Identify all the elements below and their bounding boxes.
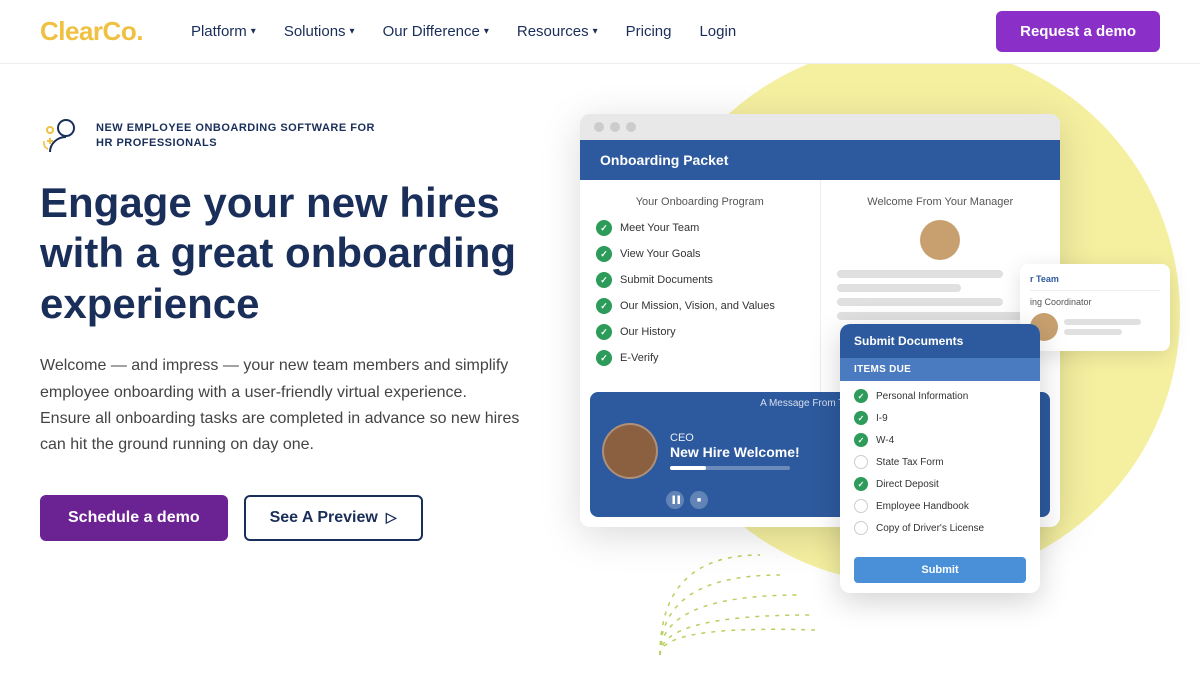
navbar: ClearCo. Platform ▾ Solutions ▾ Our Diff…	[0, 0, 1200, 64]
hero-section: NEW EMPLOYEE ONBOARDING SOFTWARE FOR HR …	[0, 64, 1200, 675]
onboarding-col-1: Your Onboarding Program Meet Your Team V…	[580, 180, 821, 392]
check-icon	[596, 220, 612, 236]
list-item: E-Verify	[596, 350, 804, 366]
text-line	[837, 312, 1024, 320]
chevron-down-icon: ▾	[350, 26, 355, 37]
text-line	[1064, 329, 1122, 335]
nav-links: Platform ▾ Solutions ▾ Our Difference ▾ …	[191, 23, 996, 40]
list-item: Personal Information	[854, 389, 1026, 403]
browser-dot-green	[626, 122, 636, 132]
check-icon	[596, 350, 612, 366]
onboarding-packet-header: Onboarding Packet	[580, 140, 1060, 180]
check-icon	[596, 324, 612, 340]
stop-icon[interactable]: ■	[690, 491, 708, 509]
hero-right: .arc-dot{fill:none;stroke:#b8d060;stroke…	[560, 104, 1160, 675]
list-item: Copy of Driver's License	[854, 521, 1026, 535]
manager-avatar	[920, 220, 960, 260]
submit-btn-wrap: Submit	[840, 551, 1040, 593]
list-item: View Your Goals	[596, 246, 804, 262]
unchecked-icon	[854, 455, 868, 469]
submit-documents-card: Submit Documents Items Due Personal Info…	[840, 324, 1040, 593]
onboarding-icon	[40, 114, 84, 158]
hero-buttons: Schedule a demo See A Preview ▷	[40, 495, 560, 541]
video-progress-bar	[670, 466, 706, 470]
col1-title: Your Onboarding Program	[596, 196, 804, 208]
check-icon	[854, 389, 868, 403]
schedule-demo-button[interactable]: Schedule a demo	[40, 495, 228, 541]
text-line	[837, 298, 1003, 306]
request-demo-button[interactable]: Request a demo	[996, 11, 1160, 52]
list-item: W-4	[854, 433, 1026, 447]
list-item: Meet Your Team	[596, 220, 804, 236]
coord-person	[1030, 313, 1160, 341]
text-line	[837, 284, 962, 292]
nav-item-login[interactable]: Login	[699, 23, 736, 40]
list-item: Employee Handbook	[854, 499, 1026, 513]
check-icon	[596, 272, 612, 288]
badge: NEW EMPLOYEE ONBOARDING SOFTWARE FOR HR …	[40, 114, 560, 158]
nav-item-platform[interactable]: Platform ▾	[191, 23, 256, 40]
submit-card-subheader: Items Due	[840, 358, 1040, 381]
list-item: Direct Deposit	[854, 477, 1026, 491]
badge-text: NEW EMPLOYEE ONBOARDING SOFTWARE FOR HR …	[96, 121, 376, 152]
logo-text2: Co.	[103, 16, 143, 46]
video-text: CEO New Hire Welcome!	[670, 432, 800, 470]
hero-title: Engage your new hires with a great onboa…	[40, 178, 560, 329]
unchecked-icon	[854, 499, 868, 513]
nav-item-resources[interactable]: Resources ▾	[517, 23, 598, 40]
browser-bar	[580, 114, 1060, 140]
col2-title: Welcome From Your Manager	[837, 196, 1045, 208]
coordinator-card: r Team ing Coordinator	[1020, 264, 1170, 351]
nav-item-our-difference[interactable]: Our Difference ▾	[383, 23, 489, 40]
text-line	[1064, 319, 1141, 325]
nav-item-solutions[interactable]: Solutions ▾	[284, 23, 355, 40]
nav-item-pricing[interactable]: Pricing	[626, 23, 672, 40]
check-icon	[596, 246, 612, 262]
submit-button[interactable]: Submit	[854, 557, 1026, 583]
arrow-right-icon: ▷	[386, 509, 397, 526]
check-icon	[854, 411, 868, 425]
chevron-down-icon: ▾	[484, 26, 489, 37]
logo-text1: Clear	[40, 16, 103, 46]
check-icon	[854, 477, 868, 491]
submit-card-header: Submit Documents	[840, 324, 1040, 358]
check-icon	[854, 433, 868, 447]
check-icon	[596, 298, 612, 314]
chevron-down-icon: ▾	[251, 26, 256, 37]
video-avatar	[602, 423, 658, 479]
see-preview-button[interactable]: See A Preview ▷	[244, 495, 423, 541]
browser-dot-red	[594, 122, 604, 132]
list-item: State Tax Form	[854, 455, 1026, 469]
text-line	[837, 270, 1003, 278]
unchecked-icon	[854, 521, 868, 535]
browser-dot-yellow	[610, 122, 620, 132]
play-icon[interactable]: ▐▐	[666, 491, 684, 509]
coord-title-label: ing Coordinator	[1030, 297, 1160, 307]
coord-team-label: r Team	[1030, 274, 1160, 284]
submit-items-list: Personal Information I-9 W-4 State Tax F…	[840, 381, 1040, 551]
hero-description: Welcome — and impress — your new team me…	[40, 353, 520, 459]
list-item: Our History	[596, 324, 804, 340]
hero-left: NEW EMPLOYEE ONBOARDING SOFTWARE FOR HR …	[40, 104, 560, 541]
coord-info	[1064, 319, 1160, 335]
list-item: I-9	[854, 411, 1026, 425]
chevron-down-icon: ▾	[593, 26, 598, 37]
logo[interactable]: ClearCo.	[40, 16, 143, 47]
list-item: Our Mission, Vision, and Values	[596, 298, 804, 314]
divider	[1030, 290, 1160, 291]
list-item: Submit Documents	[596, 272, 804, 288]
